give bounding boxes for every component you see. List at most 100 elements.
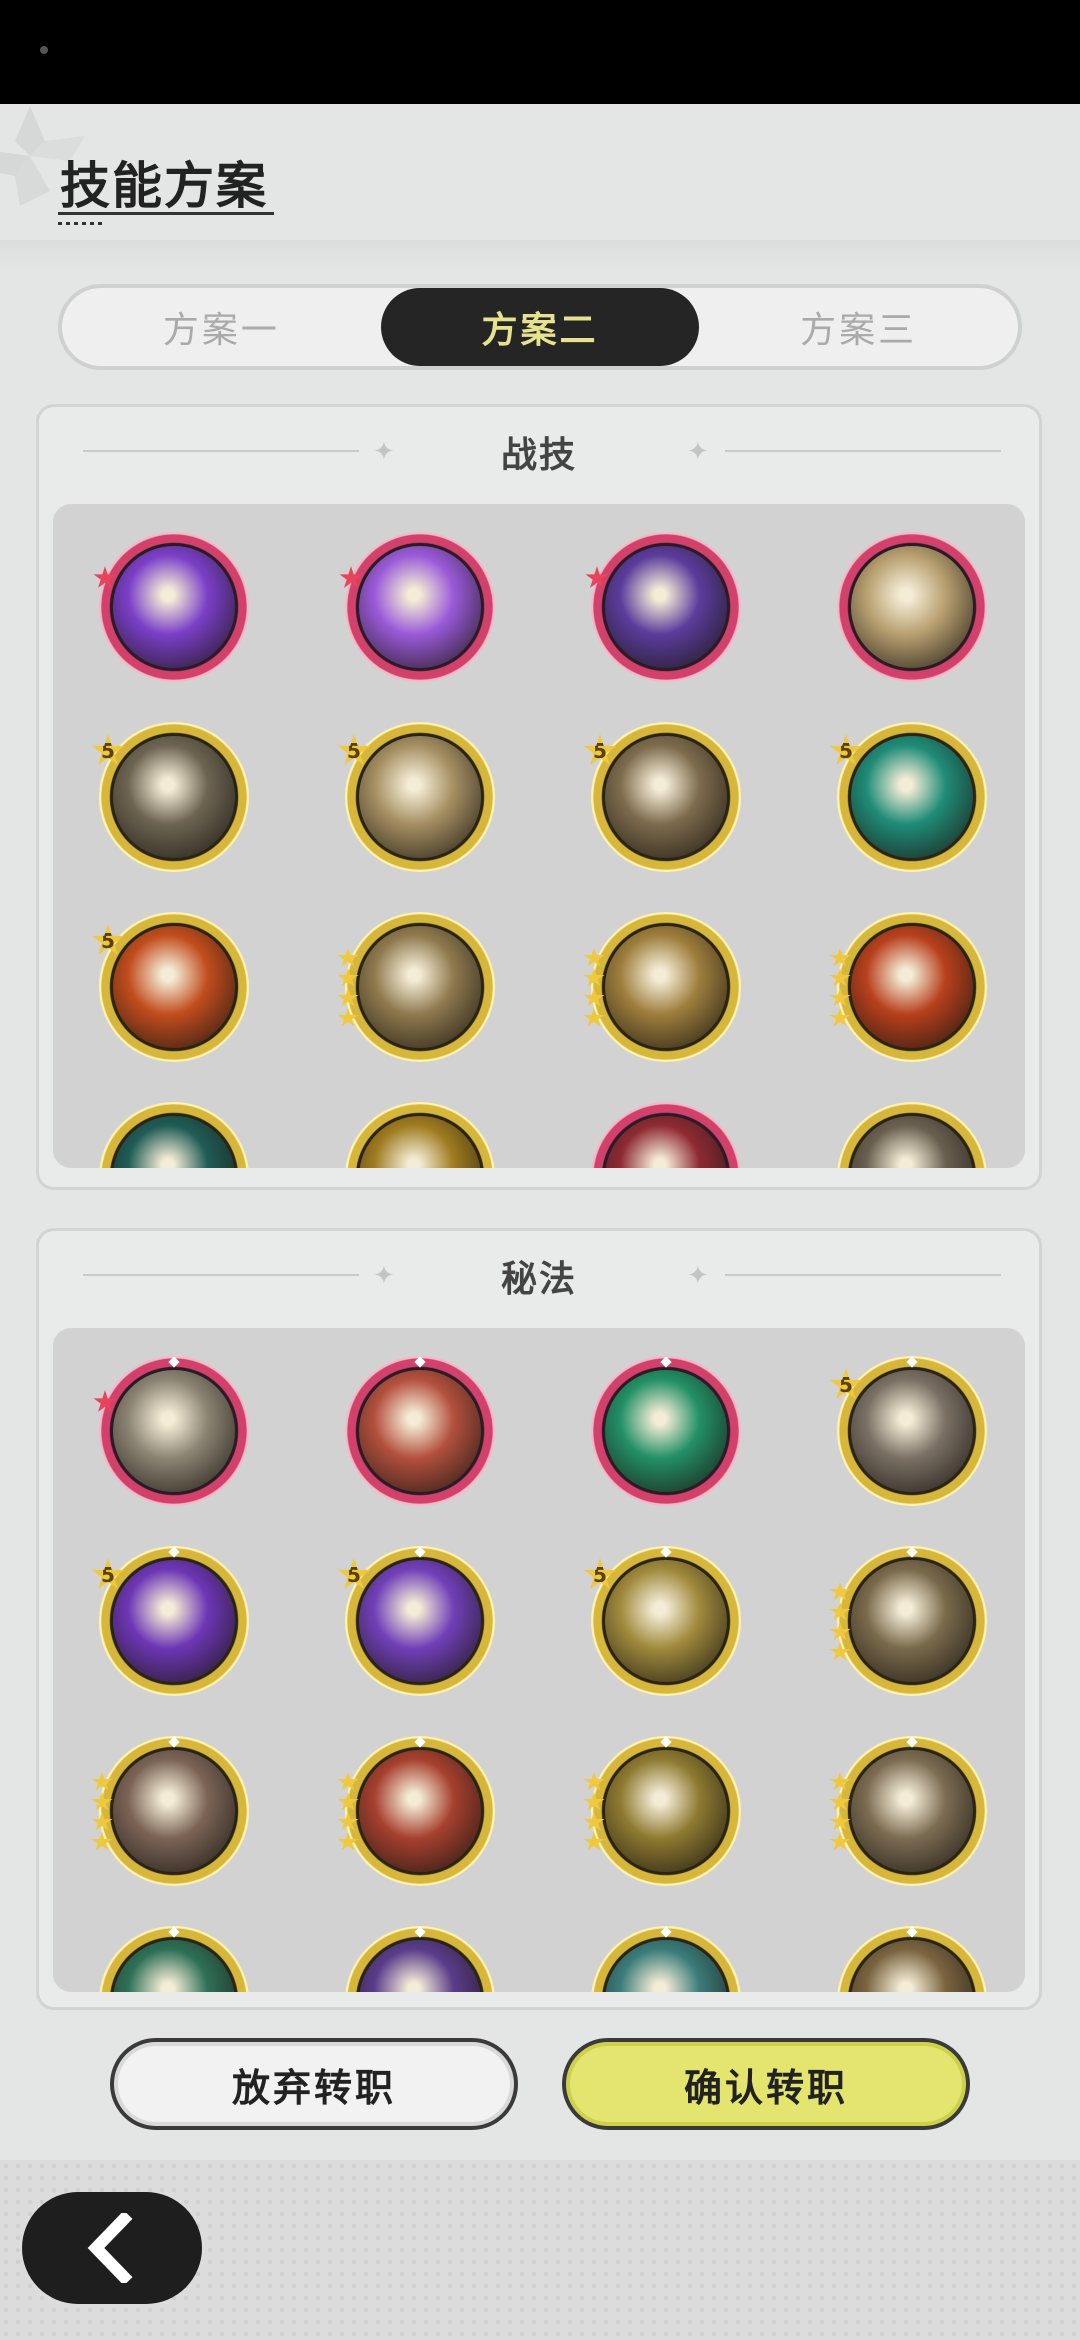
sparkle-icon: ✦ xyxy=(373,1261,395,1291)
star-stack-icon xyxy=(829,948,853,1028)
swirl-skill-icon[interactable]: 5 xyxy=(91,722,249,872)
header-line-left xyxy=(83,1274,359,1276)
skill-grid: 5 5 5 5 xyxy=(53,1328,1025,1992)
title-underline xyxy=(58,212,274,215)
star-rank-badge: 5 xyxy=(91,1558,125,1589)
skill-art xyxy=(359,1370,481,1492)
header-line-right xyxy=(725,1274,1001,1276)
teal-orb-icon[interactable] xyxy=(591,1926,741,1992)
skill-art xyxy=(359,546,481,668)
power-figure-icon[interactable] xyxy=(583,1736,741,1886)
pip-icon xyxy=(906,1356,918,1368)
crimson-skill-icon[interactable] xyxy=(591,1102,741,1168)
confirm-job-change-button[interactable]: 确认转职 xyxy=(562,2038,970,2130)
skill-art xyxy=(113,1750,235,1872)
skill-art xyxy=(113,546,235,668)
pip-icon xyxy=(414,1356,426,1368)
grey-skill-icon[interactable] xyxy=(837,1102,987,1168)
star-rank-badge: 5 xyxy=(337,734,371,765)
purple-rose-skill-icon[interactable] xyxy=(339,532,495,682)
skill-art xyxy=(359,926,481,1048)
page-title: 技能方案 xyxy=(60,157,268,215)
pip-icon xyxy=(660,1736,672,1748)
red-star-icon xyxy=(93,566,117,588)
fire-swirl-skill-icon[interactable] xyxy=(829,912,987,1062)
teal-skill-icon[interactable] xyxy=(99,1102,249,1168)
violet-orb-icon[interactable] xyxy=(345,1926,495,1992)
arcane-skills-panel: ✦ 秘法 ✦ 5 5 5 5 xyxy=(36,1228,1042,2010)
skill-art xyxy=(851,1116,973,1168)
pip-icon xyxy=(906,1546,918,1558)
pip-icon xyxy=(414,1926,426,1938)
star-rank-badge: 5 xyxy=(829,1368,863,1399)
heart-shield-icon[interactable] xyxy=(91,1736,249,1886)
skill-art xyxy=(851,736,973,858)
armor-icon[interactable] xyxy=(829,1736,987,1886)
star-stack-icon xyxy=(91,1772,115,1852)
status-bar xyxy=(0,0,1080,104)
beast-strike-icon[interactable] xyxy=(829,1546,987,1696)
panel-header: ✦ 战技 ✦ xyxy=(39,407,1039,497)
skill-art xyxy=(851,926,973,1048)
red-star-icon xyxy=(585,566,609,588)
green-orb-icon[interactable] xyxy=(99,1926,249,1992)
pip-icon xyxy=(414,1736,426,1748)
purple-claw-skill-icon[interactable] xyxy=(585,532,741,682)
skill-art xyxy=(605,546,727,668)
tab-plan-1[interactable]: 方案一 xyxy=(62,288,381,366)
purple-heart-skill-icon[interactable] xyxy=(93,532,249,682)
header-divider xyxy=(0,240,1080,270)
whirlwind-skill-icon[interactable]: 5 xyxy=(337,722,495,872)
skill-art xyxy=(605,1940,727,1992)
skill-art xyxy=(605,1116,727,1168)
skill-art xyxy=(605,1370,727,1492)
sparkle-icon: ✦ xyxy=(687,437,709,467)
skill-art xyxy=(851,1560,973,1682)
leaf-emblem-icon[interactable] xyxy=(93,1356,249,1506)
green-leaf-icon[interactable] xyxy=(591,1356,741,1506)
skill-art xyxy=(851,1370,973,1492)
pip-icon xyxy=(660,1356,672,1368)
skill-art xyxy=(851,546,973,668)
chevron-left-icon xyxy=(87,2213,133,2283)
star-rank-badge: 5 xyxy=(337,1558,371,1589)
green-sword-skill-icon[interactable]: 5 xyxy=(829,722,987,872)
skill-art xyxy=(359,736,481,858)
star-stack-icon xyxy=(337,948,361,1028)
red-crystal-icon[interactable] xyxy=(345,1356,495,1506)
red-star-icon xyxy=(93,1390,117,1412)
golden-skill-icon[interactable] xyxy=(345,1102,495,1168)
skill-art xyxy=(359,1750,481,1872)
skill-art xyxy=(851,1940,973,1992)
red-star-icon xyxy=(339,566,363,588)
abandon-job-change-button[interactable]: 放弃转职 xyxy=(110,2038,518,2130)
star-stack-icon xyxy=(583,1772,607,1852)
back-button[interactable] xyxy=(22,2192,202,2304)
golden-wing-skill-icon[interactable] xyxy=(837,532,987,682)
star-rank-badge: 5 xyxy=(583,1558,617,1589)
bronze-orb-icon[interactable] xyxy=(837,1926,987,1992)
sword-shield-icon[interactable]: 5 xyxy=(829,1356,987,1506)
explosion-skill-icon[interactable] xyxy=(337,912,495,1062)
red-orb-icon[interactable] xyxy=(337,1736,495,1886)
pip-icon xyxy=(414,1546,426,1558)
header-line-right xyxy=(725,450,1001,452)
skill-art xyxy=(605,1560,727,1682)
pip-icon xyxy=(168,1736,180,1748)
camera-dot xyxy=(40,46,48,54)
healing-figure-icon[interactable]: 5 xyxy=(583,1546,741,1696)
pip-icon xyxy=(168,1546,180,1558)
header-line-left xyxy=(83,450,359,452)
purple-flame-icon[interactable]: 5 xyxy=(91,1546,249,1696)
skill-art xyxy=(113,1370,235,1492)
shockwave-skill-icon[interactable]: 5 xyxy=(583,722,741,872)
slash-skill-icon[interactable] xyxy=(583,912,741,1062)
purple-figure-icon[interactable]: 5 xyxy=(337,1546,495,1696)
pip-icon xyxy=(660,1926,672,1938)
pip-icon xyxy=(906,1736,918,1748)
pip-icon xyxy=(906,1926,918,1938)
tab-plan-2[interactable]: 方案二 xyxy=(380,288,700,366)
tab-plan-3[interactable]: 方案三 xyxy=(699,288,1018,366)
fire-skill-icon[interactable]: 5 xyxy=(91,912,249,1062)
skill-art xyxy=(113,736,235,858)
